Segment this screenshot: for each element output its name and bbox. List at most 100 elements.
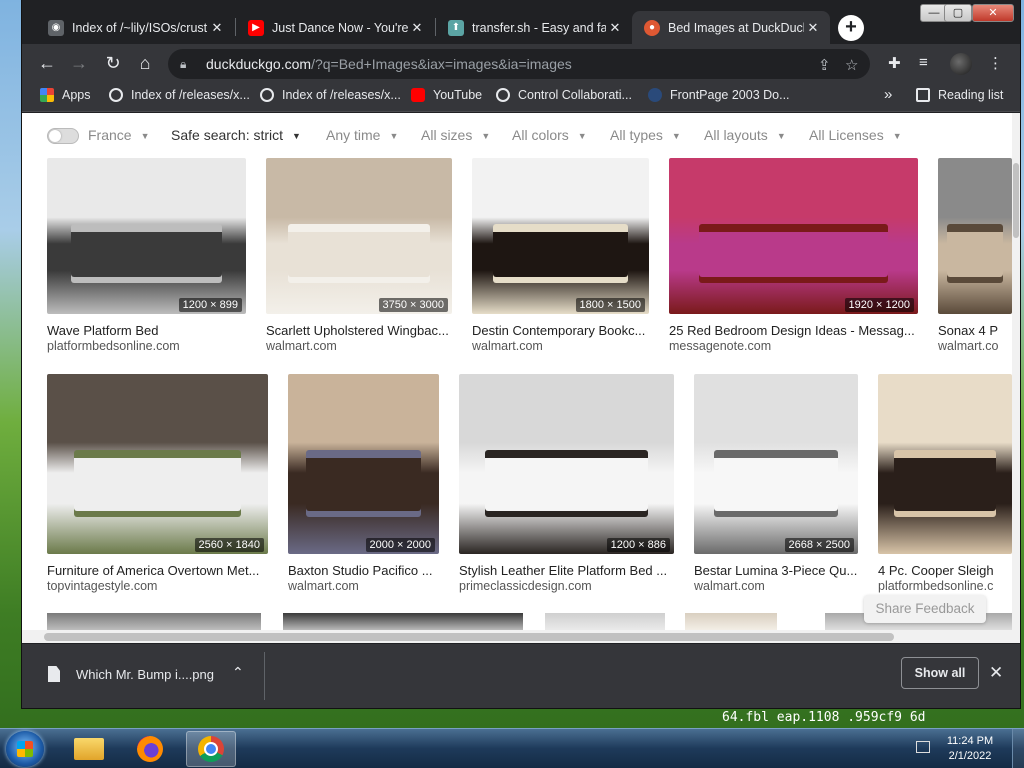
system-clock[interactable]: 11:24 PM 2/1/2022 [940,734,1000,764]
close-download-bar-icon[interactable]: ✕ [989,663,1003,683]
tab-transfer-sh[interactable]: ⬆ transfer.sh - Easy and fas ✕ [436,11,632,44]
bed-thumbnail[interactable]: 2668 × 2500 [694,374,858,554]
show-all-downloads-button[interactable]: Show all [901,657,979,689]
show-desktop-button[interactable] [1012,729,1024,768]
image-result-source[interactable]: primeclassicdesign.com [459,579,674,593]
filter-layouts[interactable]: All layouts ▼ [704,127,786,143]
forward-arrow-icon[interactable]: → [68,52,90,74]
bed-thumbnail[interactable]: 2560 × 1840 [47,374,268,554]
tab-close-icon[interactable]: ✕ [606,20,624,36]
reload-icon[interactable]: ↻ [102,52,124,74]
address-bar[interactable]: 🔒︎ duckduckgo.com/?q=Bed+Images&iax=imag… [168,49,870,79]
kebab-menu-icon[interactable]: ⋮ [988,54,1003,72]
bookmark-apps[interactable]: Apps [40,88,91,102]
image-result-partial[interactable] [685,613,777,630]
tab-close-icon[interactable]: ✕ [408,20,426,36]
extensions-puzzle-icon[interactable]: ✚ [888,54,901,72]
bed-thumbnail[interactable]: 1200 × 899 [47,158,246,314]
filter-safe-search[interactable]: Safe search: strict ▼ [171,127,301,143]
filter-colors[interactable]: All colors ▼ [512,127,587,143]
media-queue-icon[interactable]: ≡ [919,54,928,71]
image-result-title[interactable]: Sonax 4 P [938,323,1012,338]
region-toggle[interactable] [47,128,79,144]
download-bar: Which Mr. Bump i....png ⌃ Show all ✕ [22,643,1020,708]
bed-thumbnail[interactable]: 1920 × 1200 [669,158,918,314]
bookmark-releases-2[interactable]: Index of /releases/x... [260,88,401,102]
image-result-source[interactable]: walmart.com [266,339,452,353]
tab-close-icon[interactable]: ✕ [208,20,226,36]
image-result[interactable]: 1200 × 886 Stylish Leather Elite Platform… [459,374,674,593]
bookmark-control-collaboration[interactable]: Control Collaborati... [496,88,632,102]
image-result-title[interactable]: Stylish Leather Elite Platform Bed ... [459,563,674,578]
bed-thumbnail[interactable] [938,158,1012,314]
image-result-title[interactable]: Scarlett Upholstered Wingbac... [266,323,452,338]
image-result[interactable]: 1920 × 1200 25 Red Bedroom Design Ideas -… [669,158,918,353]
filter-sizes[interactable]: All sizes ▼ [421,127,490,143]
bookmark-releases-1[interactable]: Index of /releases/x... [109,88,250,102]
tab-lily-isos[interactable]: ◉ Index of /~lily/ISOs/crust ✕ [36,11,234,44]
horizontal-scrollbar-thumb[interactable] [44,633,894,641]
filter-region[interactable]: France ▼ [88,127,150,143]
image-result[interactable]: Sonax 4 Pwalmart.co [938,158,1012,353]
tab-just-dance[interactable]: ▶ Just Dance Now - You're ✕ [236,11,434,44]
bookmarks-overflow-chevron[interactable]: » [884,86,892,103]
image-result[interactable]: 2000 × 2000 Baxton Studio Pacifico ... wal… [288,374,439,593]
share-feedback-button[interactable]: Share Feedback [864,595,986,623]
start-button[interactable] [6,731,44,767]
chevron-up-icon[interactable]: ⌃ [232,664,244,681]
image-result-partial[interactable] [545,613,665,630]
bed-thumbnail[interactable] [878,374,1012,554]
image-result-title[interactable]: Wave Platform Bed [47,323,246,338]
taskbar-firefox[interactable] [125,731,175,767]
vertical-scrollbar[interactable] [1012,113,1020,643]
image-result[interactable]: 3750 × 3000 Scarlett Upholstered Wingbac.… [266,158,452,353]
image-result-title[interactable]: Bestar Lumina 3-Piece Qu... [694,563,858,578]
bookmark-frontpage[interactable]: FrontPage 2003 Do... [648,88,790,102]
image-result-source[interactable]: walmart.com [288,579,439,593]
image-result[interactable]: 1200 × 899 Wave Platform Bed platformbedso… [47,158,246,353]
new-tab-button[interactable]: + [838,15,864,41]
image-result-source[interactable]: topvintagestyle.com [47,579,268,593]
share-icon[interactable]: ⇪ [818,56,831,74]
bed-thumbnail[interactable]: 1800 × 1500 [472,158,649,314]
image-result-title[interactable]: Destin Contemporary Bookc... [472,323,649,338]
image-result-title[interactable]: 4 Pc. Cooper Sleigh [878,563,1012,578]
image-result[interactable]: 4 Pc. Cooper Sleigh platformbedsonline.c [878,374,1012,593]
tab-bed-images[interactable]: ● Bed Images at DuckDuck ✕ [632,11,830,44]
bookmark-youtube[interactable]: YouTube [411,88,482,102]
image-result-title[interactable]: Furniture of America Overtown Met... [47,563,268,578]
close-window-button[interactable]: ✕ [972,4,1014,22]
image-result-title[interactable]: Baxton Studio Pacifico ... [288,563,439,578]
taskbar-explorer[interactable] [64,731,114,767]
bed-thumbnail[interactable]: 2000 × 2000 [288,374,439,554]
image-result-source[interactable]: platformbedsonline.com [47,339,246,353]
bookmark-star-icon[interactable]: ☆ [845,56,858,74]
image-result-partial[interactable] [47,613,261,630]
image-result[interactable]: 2668 × 2500 Bestar Lumina 3-Piece Qu... wa… [694,374,858,593]
image-result-source[interactable]: messagenote.com [669,339,918,353]
profile-avatar[interactable] [950,53,972,75]
image-result-source[interactable]: walmart.co [938,339,1012,353]
tab-close-icon[interactable]: ✕ [804,20,822,36]
maximize-button[interactable]: ▢ [944,4,972,22]
back-arrow-icon[interactable]: ← [36,52,58,74]
download-filename[interactable]: Which Mr. Bump i....png [76,667,214,682]
home-icon[interactable]: ⌂ [134,52,156,74]
filter-time[interactable]: Any time ▼ [326,127,398,143]
bed-thumbnail[interactable]: 3750 × 3000 [266,158,452,314]
image-result-partial[interactable] [283,613,523,630]
image-result-source[interactable]: walmart.com [694,579,858,593]
image-result[interactable]: 2560 × 1840 Furniture of America Overtown… [47,374,268,593]
vertical-scrollbar-thumb[interactable] [1013,163,1019,238]
reading-list-button[interactable]: Reading list [916,88,1003,102]
image-result-source[interactable]: walmart.com [472,339,649,353]
bed-thumbnail[interactable]: 1200 × 886 [459,374,674,554]
image-result[interactable]: 1800 × 1500 Destin Contemporary Bookc... w… [472,158,649,353]
taskbar-chrome[interactable] [186,731,236,767]
network-tray-icon[interactable] [916,741,930,753]
filter-types[interactable]: All types ▼ [610,127,681,143]
filter-licenses[interactable]: All Licenses ▼ [809,127,902,143]
image-result-source[interactable]: platformbedsonline.c [878,579,1012,593]
image-result-title[interactable]: 25 Red Bedroom Design Ideas - Messag... [669,323,918,338]
horizontal-scrollbar[interactable] [22,630,1012,643]
